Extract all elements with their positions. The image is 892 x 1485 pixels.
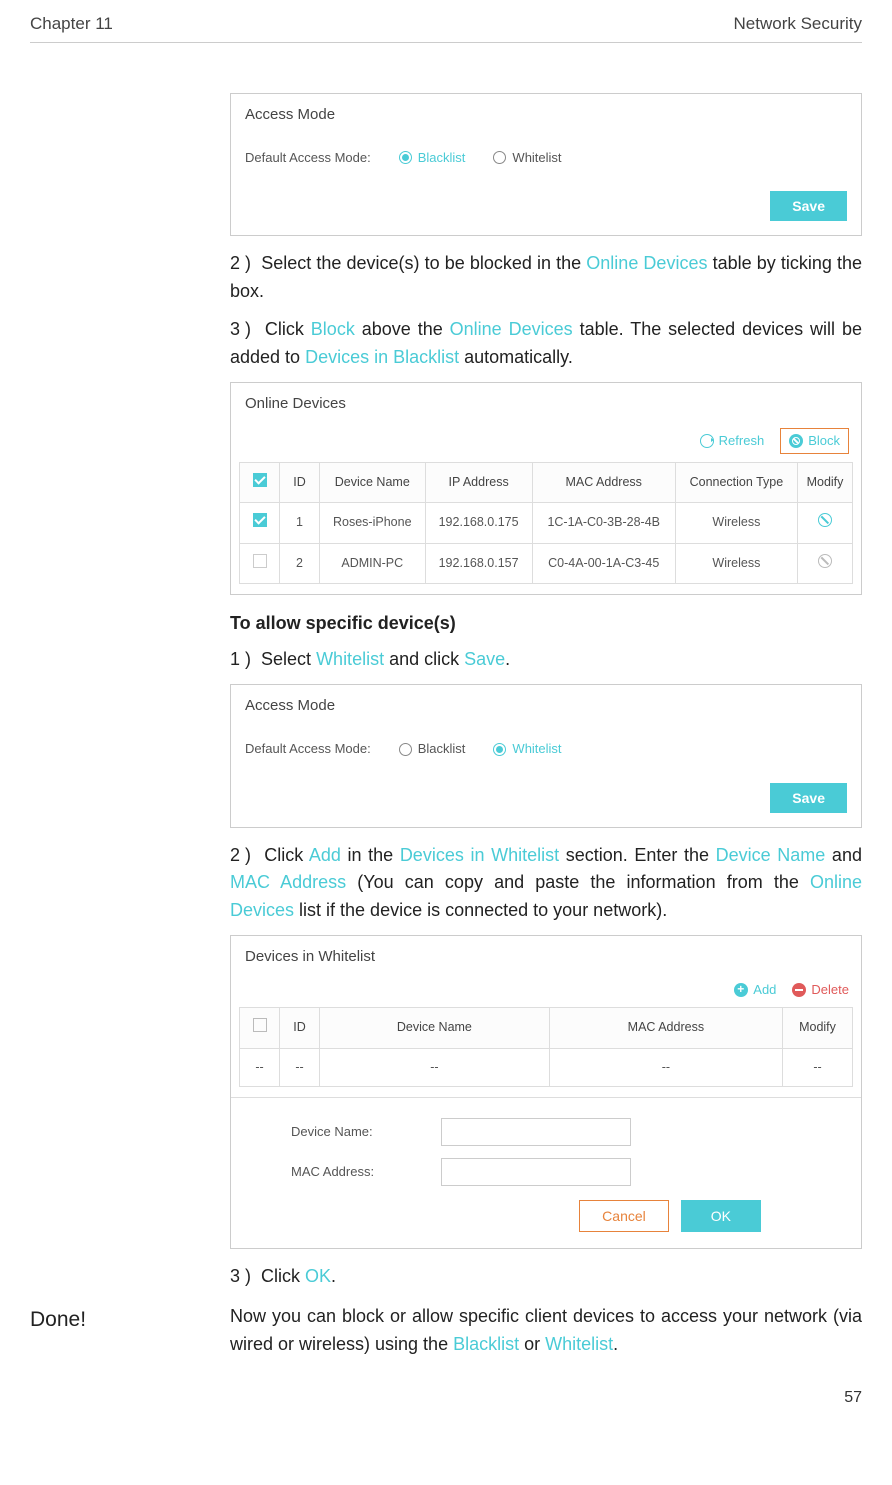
done-label: Done! bbox=[30, 1303, 230, 1359]
device-name-label: Device Name: bbox=[291, 1123, 441, 1141]
radio-icon bbox=[399, 151, 412, 164]
panel-title: Access Mode bbox=[231, 94, 861, 131]
radio-whitelist-label: Whitelist bbox=[512, 740, 561, 758]
page-title: Network Security bbox=[734, 12, 862, 36]
ok-button[interactable]: OK bbox=[681, 1200, 761, 1232]
radio-icon bbox=[493, 743, 506, 756]
radio-whitelist[interactable]: Whitelist bbox=[493, 149, 561, 167]
default-mode-label: Default Access Mode: bbox=[245, 740, 371, 758]
col-id: ID bbox=[280, 462, 320, 503]
radio-icon bbox=[399, 743, 412, 756]
step-3-block: 3 ) Click Block above the Online Devices… bbox=[230, 316, 862, 372]
row-checkbox[interactable] bbox=[253, 554, 267, 568]
panel-title: Devices in Whitelist bbox=[231, 936, 861, 973]
modify-block-icon[interactable] bbox=[818, 554, 832, 568]
table-row: 2 ADMIN-PC 192.168.0.157 C0-4A-00-1A-C3-… bbox=[240, 543, 853, 584]
col-modify: Modify bbox=[783, 1008, 853, 1049]
access-mode-panel-blacklist: Access Mode Default Access Mode: Blackli… bbox=[230, 93, 862, 236]
default-mode-label: Default Access Mode: bbox=[245, 149, 371, 167]
row-checkbox[interactable] bbox=[253, 513, 267, 527]
col-id: ID bbox=[280, 1008, 320, 1049]
radio-blacklist-label: Blacklist bbox=[418, 149, 466, 167]
step-2-block: 2 ) Select the device(s) to be blocked i… bbox=[230, 250, 862, 306]
radio-icon bbox=[493, 151, 506, 164]
radio-whitelist[interactable]: Whitelist bbox=[493, 740, 561, 758]
table-row: -- -- -- -- -- bbox=[240, 1048, 853, 1087]
block-button[interactable]: Block bbox=[780, 428, 849, 454]
allow-heading: To allow specific device(s) bbox=[230, 611, 862, 636]
online-devices-panel: Online Devices Refresh Block ID Device N… bbox=[230, 382, 862, 596]
done-text: Now you can block or allow specific clie… bbox=[230, 1303, 862, 1359]
radio-blacklist[interactable]: Blacklist bbox=[399, 149, 466, 167]
page-header: Chapter 11 Network Security bbox=[30, 12, 862, 43]
add-device-form: Device Name: MAC Address: Cancel OK bbox=[231, 1097, 861, 1248]
devices-in-whitelist-panel: Devices in Whitelist Add Delete ID Devic… bbox=[230, 935, 862, 1249]
online-devices-table: ID Device Name IP Address MAC Address Co… bbox=[239, 462, 853, 585]
refresh-button[interactable]: Refresh bbox=[700, 432, 765, 450]
col-ip: IP Address bbox=[425, 462, 532, 503]
step-1-allow: 1 ) Select Whitelist and click Save. bbox=[230, 646, 862, 674]
select-all-checkbox[interactable] bbox=[253, 473, 267, 487]
delete-icon bbox=[792, 983, 806, 997]
col-modify: Modify bbox=[798, 462, 853, 503]
step-3-allow: 3 ) Click OK. bbox=[230, 1263, 862, 1291]
col-devicename: Device Name bbox=[320, 462, 426, 503]
col-conn: Connection Type bbox=[675, 462, 797, 503]
select-all-checkbox[interactable] bbox=[253, 1018, 267, 1032]
panel-title: Access Mode bbox=[231, 685, 861, 722]
panel-title: Online Devices bbox=[231, 383, 861, 420]
access-mode-panel-whitelist: Access Mode Default Access Mode: Blackli… bbox=[230, 684, 862, 827]
mac-address-label: MAC Address: bbox=[291, 1163, 441, 1181]
add-button[interactable]: Add bbox=[734, 981, 776, 999]
save-button[interactable]: Save bbox=[770, 191, 847, 221]
modify-block-icon[interactable] bbox=[818, 513, 832, 527]
block-icon bbox=[789, 434, 803, 448]
chapter-label: Chapter 11 bbox=[30, 12, 113, 36]
col-devicename: Device Name bbox=[320, 1008, 550, 1049]
col-mac: MAC Address bbox=[549, 1008, 782, 1049]
device-name-input[interactable] bbox=[441, 1118, 631, 1146]
cancel-button[interactable]: Cancel bbox=[579, 1200, 669, 1232]
radio-whitelist-label: Whitelist bbox=[512, 149, 561, 167]
table-row: 1 Roses-iPhone 192.168.0.175 1C-1A-C0-3B… bbox=[240, 503, 853, 544]
delete-button[interactable]: Delete bbox=[792, 981, 849, 999]
mac-address-input[interactable] bbox=[441, 1158, 631, 1186]
radio-blacklist[interactable]: Blacklist bbox=[399, 740, 466, 758]
page-number: 57 bbox=[30, 1387, 862, 1409]
add-icon bbox=[734, 983, 748, 997]
refresh-icon bbox=[700, 434, 714, 448]
col-mac: MAC Address bbox=[532, 462, 675, 503]
save-button[interactable]: Save bbox=[770, 783, 847, 813]
whitelist-table: ID Device Name MAC Address Modify -- -- … bbox=[239, 1007, 853, 1087]
step-2-allow: 2 ) Click Add in the Devices in Whitelis… bbox=[230, 842, 862, 926]
radio-blacklist-label: Blacklist bbox=[418, 740, 466, 758]
